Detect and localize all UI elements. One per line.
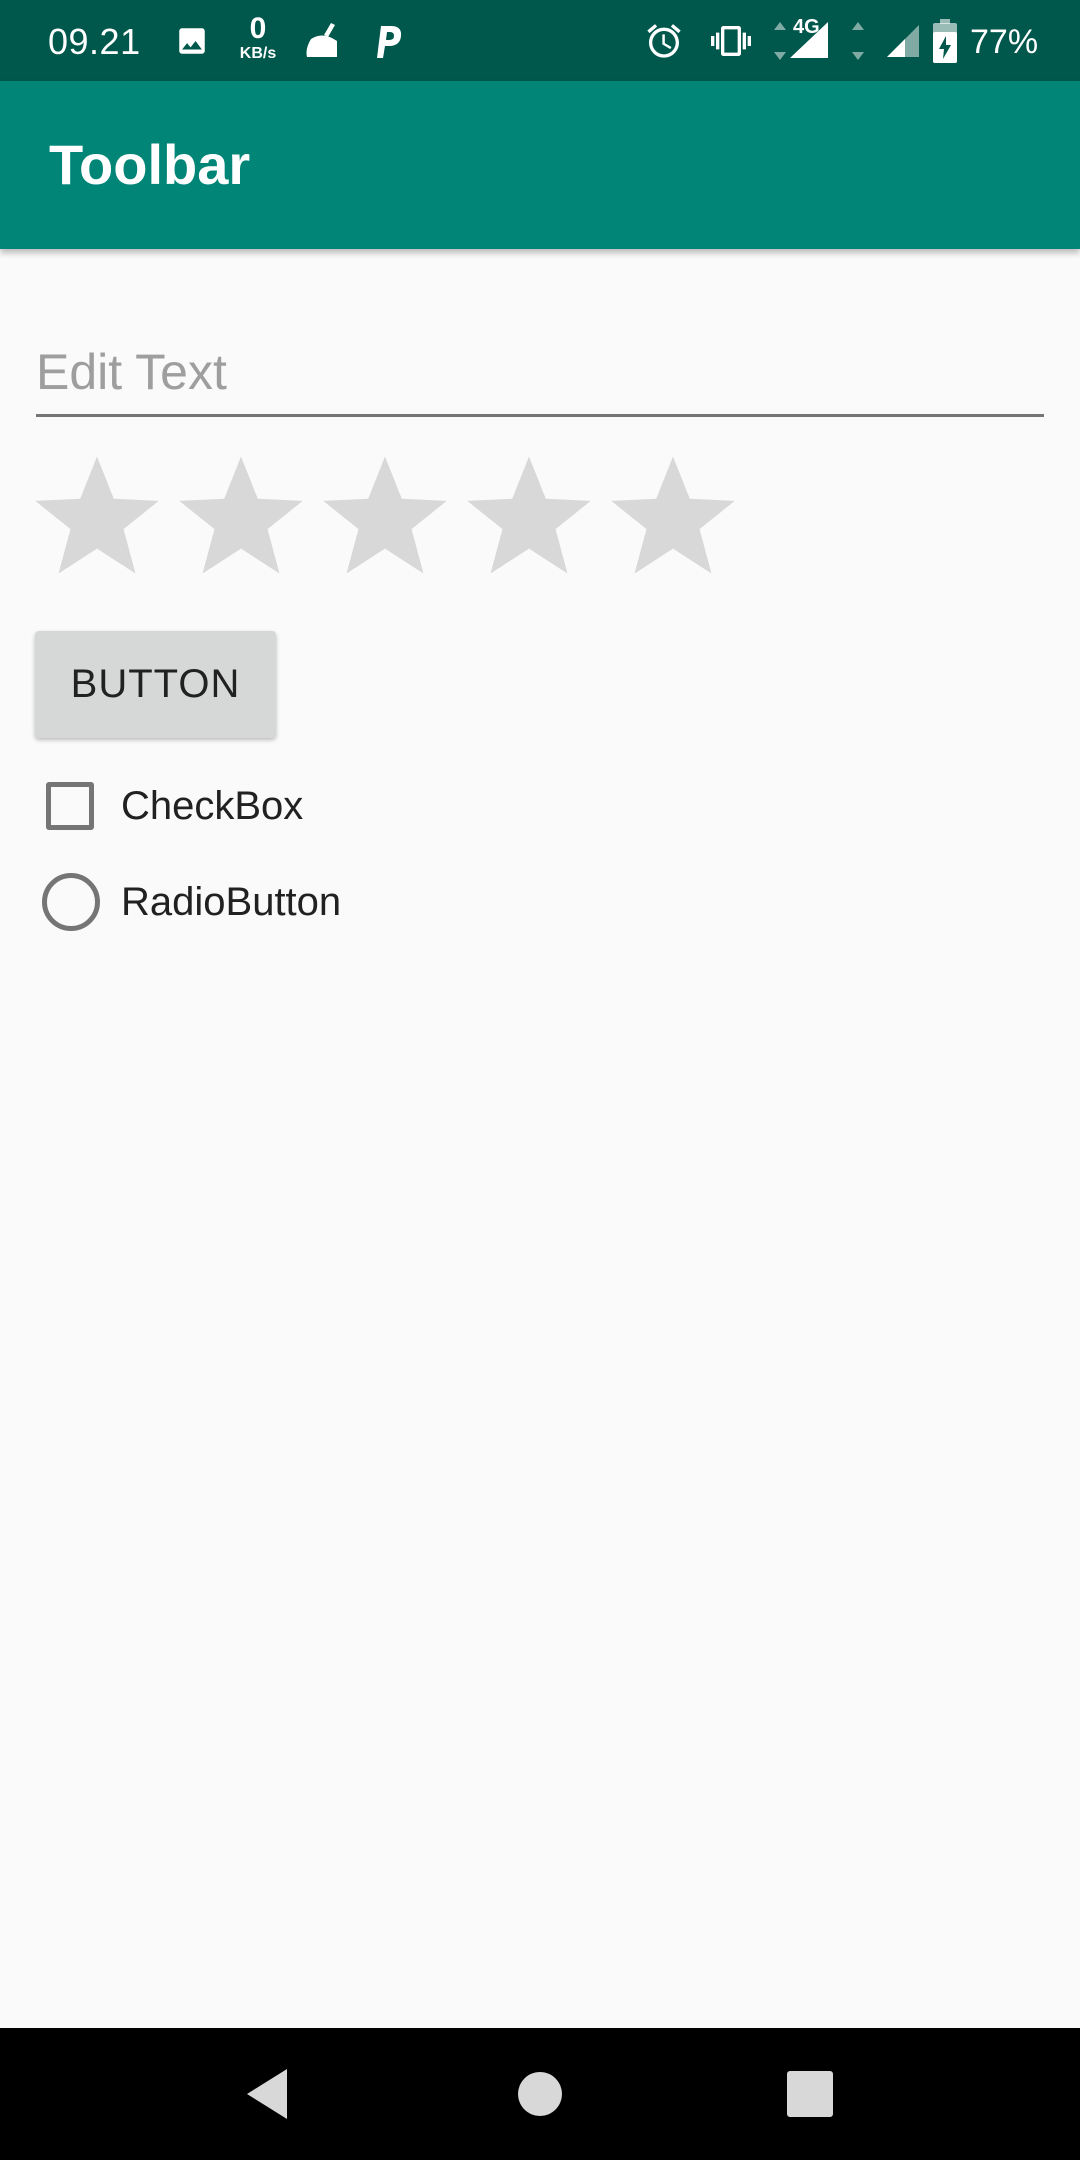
data-speed-unit: KB/s xyxy=(239,45,277,62)
radio-button[interactable]: RadioButton xyxy=(42,868,341,936)
cleaner-icon xyxy=(298,0,348,81)
navigation-bar xyxy=(0,2028,1080,2160)
star-icon[interactable] xyxy=(608,450,738,580)
edit-text-field[interactable] xyxy=(36,330,1044,417)
radio-circle[interactable] xyxy=(42,873,100,931)
star-icon[interactable] xyxy=(464,450,594,580)
app-screen: 09.21 0 KB/s 4G 77% Toolbar Edit Text BU… xyxy=(0,0,1080,2160)
home-icon[interactable] xyxy=(498,2052,582,2136)
checkbox-box[interactable] xyxy=(46,782,94,830)
star-icon[interactable] xyxy=(320,450,450,580)
status-time: 09.21 xyxy=(48,21,141,62)
battery-charging-icon xyxy=(928,0,962,81)
star-icon[interactable] xyxy=(32,450,162,580)
radio-button-label[interactable]: RadioButton xyxy=(121,880,341,925)
toolbar-title: Toolbar xyxy=(49,133,251,196)
star-icon[interactable] xyxy=(176,450,306,580)
signal-4g-icon xyxy=(770,0,870,81)
image-icon xyxy=(172,0,212,81)
network-type-label: 4G xyxy=(793,16,820,38)
checkbox-label[interactable]: CheckBox xyxy=(121,784,303,829)
toolbar: Toolbar xyxy=(0,81,1080,249)
recents-icon[interactable] xyxy=(768,2052,852,2136)
checkbox[interactable]: CheckBox xyxy=(42,772,303,840)
vibrate-icon xyxy=(704,0,758,81)
back-icon[interactable] xyxy=(226,2052,310,2136)
data-speed-value: 0 xyxy=(249,12,267,45)
status-bar: 09.21 0 KB/s 4G 77% xyxy=(0,0,1080,81)
alarm-icon xyxy=(642,0,686,81)
parking-app-icon xyxy=(368,0,408,81)
primary-button[interactable]: BUTTON xyxy=(35,631,276,738)
battery-percent: 77% xyxy=(970,23,1039,61)
data-speed-icon: 0 KB/s xyxy=(232,14,284,62)
signal-icon xyxy=(882,0,924,81)
rating-bar[interactable] xyxy=(32,450,735,580)
